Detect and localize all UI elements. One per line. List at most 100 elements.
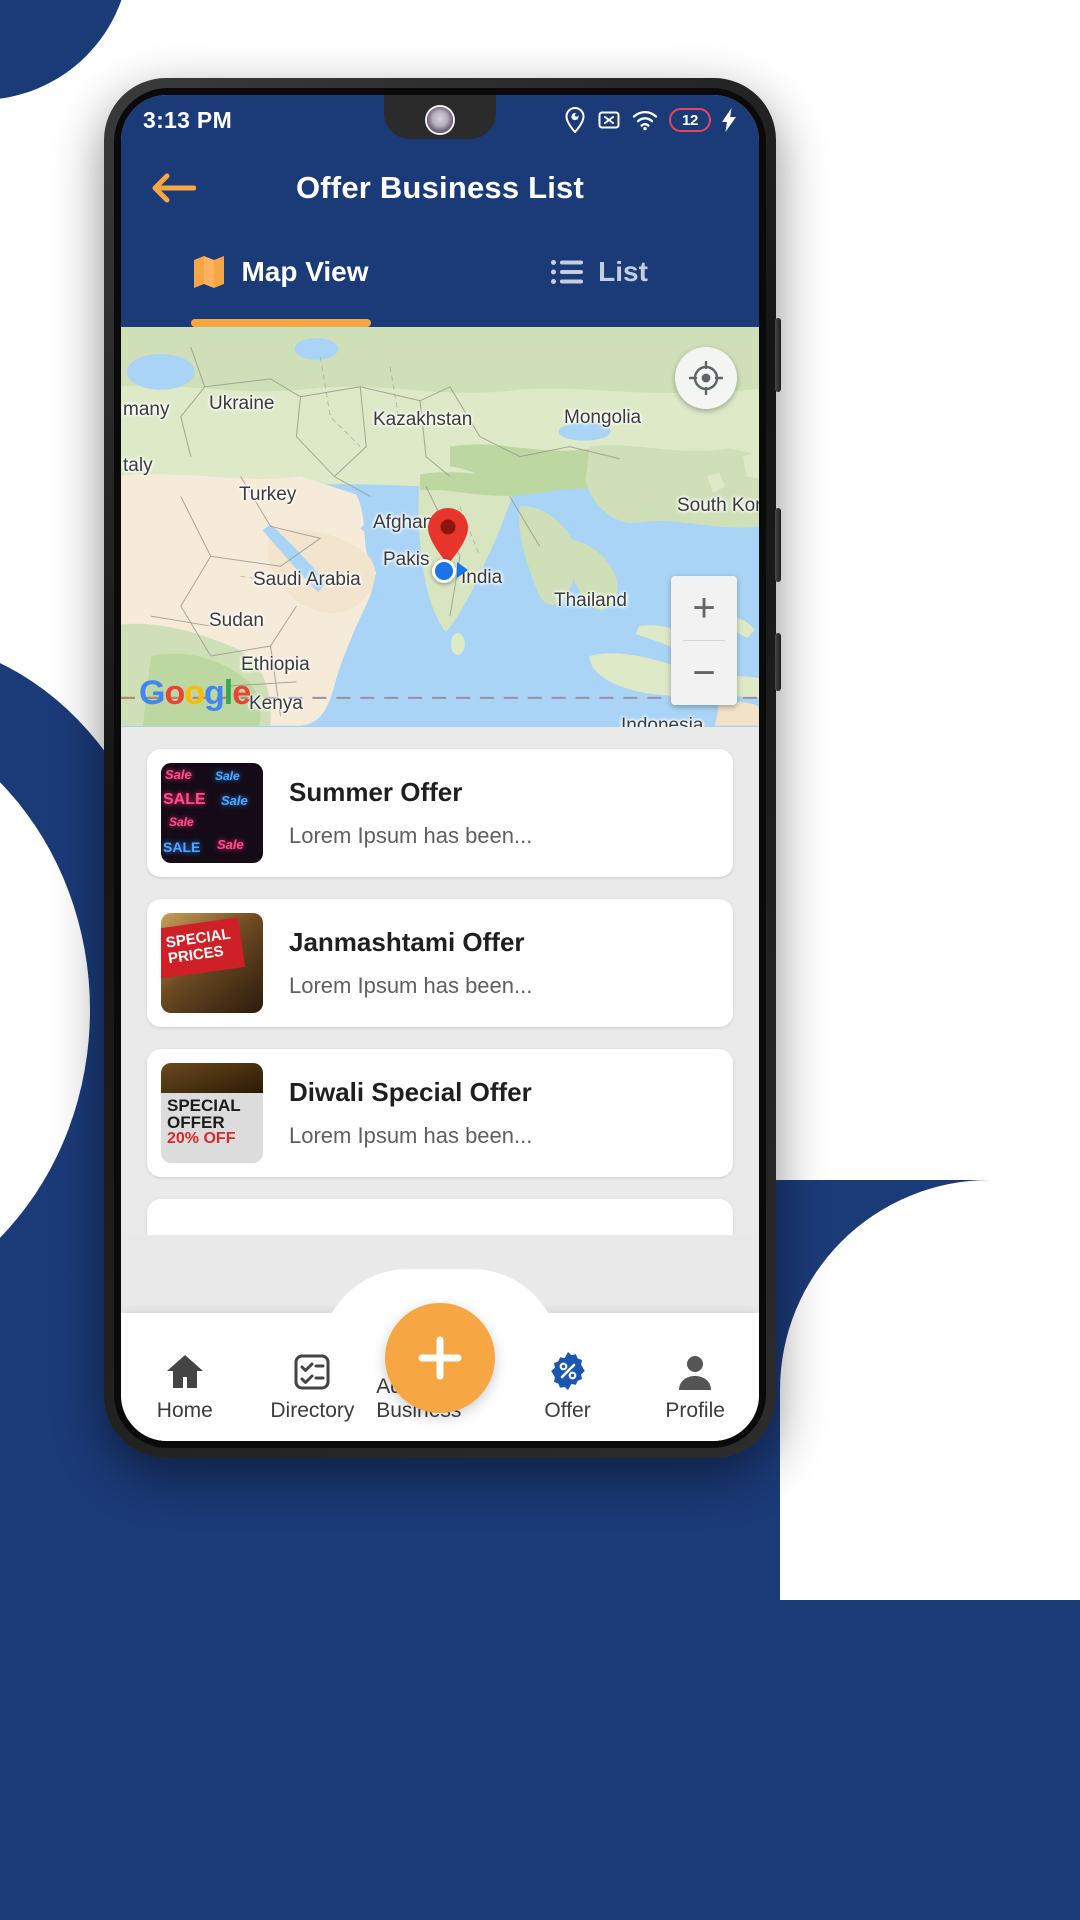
list-icon xyxy=(551,260,584,284)
map-view[interactable]: many Ukraine Kazakhstan Mongolia taly Turkey A… xyxy=(121,327,759,727)
tab-active-underline xyxy=(190,319,371,327)
map-label: Pakis xyxy=(383,549,430,570)
map-pin-icon[interactable] xyxy=(426,507,470,565)
map-label: Thailand xyxy=(554,590,627,611)
blue-dot-icon xyxy=(432,559,456,583)
nav-item-profile[interactable]: Profile xyxy=(631,1353,759,1441)
nav-item-add-business[interactable]: Add Business xyxy=(376,1303,504,1441)
map-label: South Korea xyxy=(677,495,759,516)
offer-list[interactable]: Sale Sale SALE Sale Sale SALE Sale Summe… xyxy=(121,727,759,1235)
special-prices-tag: SPECIAL PRICES xyxy=(161,917,246,979)
sim-off-icon xyxy=(598,111,620,129)
front-camera-icon xyxy=(427,107,453,133)
phone-device-mockup: 3:13 PM 12 Offer Business List Map View … xyxy=(104,78,781,1458)
special-prices-image: SPECIAL PRICES xyxy=(161,913,263,1013)
battery-icon: 12 xyxy=(669,108,711,132)
map-label: taly xyxy=(123,455,153,476)
nav-item-directory-label: Directory xyxy=(270,1399,355,1422)
nav-item-home-label: Home xyxy=(156,1399,213,1422)
coupon-top-band xyxy=(161,1063,263,1093)
crosshair-icon xyxy=(689,361,723,395)
add-business-fab[interactable] xyxy=(384,1303,495,1413)
map-label: Kenya xyxy=(249,693,303,714)
zoom-in-button[interactable]: + xyxy=(671,576,737,640)
nav-item-directory[interactable]: Directory xyxy=(249,1353,377,1441)
offer-title: Summer Offer xyxy=(289,777,463,808)
charging-bolt-icon xyxy=(722,108,736,132)
map-label: Afghan xyxy=(373,512,434,533)
page-title: Offer Business List xyxy=(295,170,585,205)
offer-card[interactable]: SPECIAL PRICES Janmashtami Offer Lorem I… xyxy=(147,899,733,1027)
offer-subtitle: Lorem Ipsum has been... xyxy=(289,822,533,848)
offer-thumbnail: SPECIAL OFFER 20% OFF xyxy=(161,1063,263,1163)
map-label: Indonesia xyxy=(621,715,704,727)
nav-item-home[interactable]: Home xyxy=(121,1353,249,1441)
thumb-text-line1: SPECIAL xyxy=(167,1096,241,1115)
offer-text: Summer Offer Lorem Ipsum has been... xyxy=(263,777,719,848)
map-label: Kazakhstan xyxy=(373,409,473,430)
heading-arrow-icon xyxy=(457,562,468,578)
arrow-left-icon xyxy=(152,173,196,203)
back-button[interactable] xyxy=(147,162,199,214)
map-label: Ethiopia xyxy=(241,654,310,675)
thumb-text-line3: 20% OFF xyxy=(167,1130,236,1147)
battery-level-label: 12 xyxy=(681,111,699,129)
phone-screen: 3:13 PM 12 Offer Business List Map View … xyxy=(121,95,759,1441)
tabs-row: Map View List xyxy=(121,231,759,327)
offer-subtitle: Lorem Ipsum has been... xyxy=(289,1122,533,1148)
status-bar-icons: 12 xyxy=(564,107,737,133)
tab-map-view-label: Map View xyxy=(241,256,369,287)
google-logo-letter: e xyxy=(232,674,251,712)
volume-up-button[interactable] xyxy=(775,318,781,392)
offer-subtitle: Lorem Ipsum has been... xyxy=(289,972,533,998)
tab-list[interactable]: List xyxy=(440,231,759,327)
zoom-out-button[interactable]: − xyxy=(671,641,737,705)
nav-item-offer[interactable]: Offer xyxy=(504,1351,632,1441)
thumb-text-line2: OFFER xyxy=(167,1113,225,1132)
my-location-button[interactable] xyxy=(675,347,737,409)
offer-card-partial[interactable] xyxy=(147,1199,733,1235)
offer-card[interactable]: Sale Sale SALE Sale Sale SALE Sale Summe… xyxy=(147,749,733,877)
zoom-controls[interactable]: + − xyxy=(671,576,737,705)
offer-card[interactable]: SPECIAL OFFER 20% OFF Diwali Special Off… xyxy=(147,1049,733,1177)
wifi-icon xyxy=(632,110,658,131)
offer-text: Diwali Special Offer Lorem Ipsum has bee… xyxy=(263,1077,719,1148)
map-folded-icon xyxy=(194,256,225,288)
checklist-icon xyxy=(294,1354,330,1390)
google-logo-letter: G xyxy=(139,674,165,712)
offer-thumbnail: Sale Sale SALE Sale Sale SALE Sale xyxy=(161,763,263,863)
offer-title: Diwali Special Offer xyxy=(289,1077,532,1108)
sale-neon-image: Sale Sale SALE Sale Sale SALE Sale xyxy=(161,763,263,863)
google-logo-letter: g xyxy=(204,674,225,712)
nav-item-profile-label: Profile xyxy=(665,1399,725,1422)
app-header: Offer Business List Map View List xyxy=(121,145,759,327)
status-bar-clock: 3:13 PM xyxy=(143,106,233,133)
phone-notch xyxy=(384,95,496,139)
google-logo-letter: o xyxy=(184,674,205,712)
google-logo-letter: o xyxy=(164,674,185,712)
offer-title: Janmashtami Offer xyxy=(289,927,525,958)
map-label: Sudan xyxy=(209,610,264,631)
person-icon xyxy=(679,1356,712,1390)
volume-down-button[interactable] xyxy=(775,508,781,582)
header-top-row: Offer Business List xyxy=(121,145,759,231)
google-logo-letter: l xyxy=(223,674,234,712)
map-label: many xyxy=(123,399,170,420)
map-label: Saudi Arabia xyxy=(253,569,361,590)
bottom-navigation-bar: Home Directory Add Business xyxy=(121,1269,759,1441)
nav-item-offer-label: Offer xyxy=(544,1399,591,1422)
power-button[interactable] xyxy=(775,633,781,691)
google-logo: Google xyxy=(139,674,251,713)
offer-badge-icon xyxy=(550,1352,585,1390)
coupon-text: SPECIAL OFFER 20% OFF xyxy=(167,1097,241,1147)
map-label: Ukraine xyxy=(209,393,275,414)
map-label: Mongolia xyxy=(564,407,642,428)
plus-icon xyxy=(418,1336,462,1380)
map-label: Turkey xyxy=(239,484,297,505)
tab-map-view[interactable]: Map View xyxy=(121,231,440,327)
tab-list-label: List xyxy=(598,256,648,287)
offer-text: Janmashtami Offer Lorem Ipsum has been..… xyxy=(263,927,719,998)
offer-thumbnail: SPECIAL PRICES xyxy=(161,913,263,1013)
location-pin-icon xyxy=(565,107,585,133)
home-icon xyxy=(166,1355,203,1388)
